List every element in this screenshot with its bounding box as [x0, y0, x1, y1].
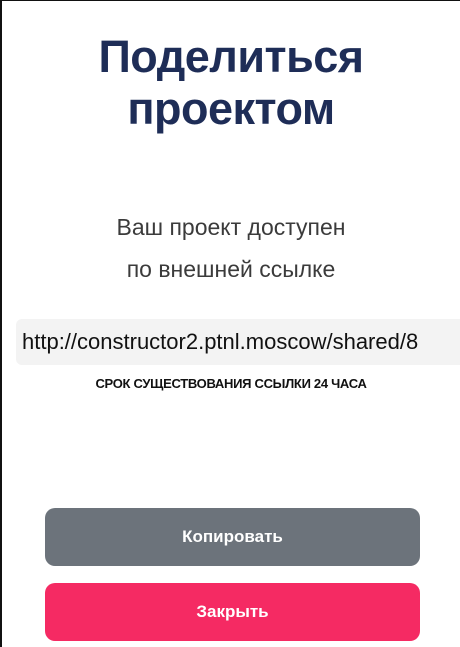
dialog-message-line-2: по внешней ссылке — [126, 256, 336, 282]
dialog-title-line-1: Поделиться — [98, 31, 364, 82]
share-link-field[interactable]: http://constructor2.ptnl.moscow/shared/8 — [16, 319, 460, 365]
dialog-message: Ваш проект доступен по внешней ссылке — [2, 206, 460, 290]
link-expiry-note: СРОК СУЩЕСТВОВАНИЯ ССЫЛКИ 24 ЧАСА — [95, 376, 367, 391]
dialog-title-line-2: проектом — [127, 83, 335, 134]
dialog-title: Поделиться проектом — [2, 31, 460, 135]
close-button[interactable]: Закрыть — [45, 583, 420, 641]
share-link-text[interactable]: http://constructor2.ptnl.moscow/shared/8 — [22, 329, 418, 355]
share-project-dialog: Поделиться проектом Ваш проект доступен … — [0, 0, 460, 647]
copy-button[interactable]: Копировать — [45, 508, 420, 566]
dialog-message-line-1: Ваш проект доступен — [116, 214, 346, 240]
